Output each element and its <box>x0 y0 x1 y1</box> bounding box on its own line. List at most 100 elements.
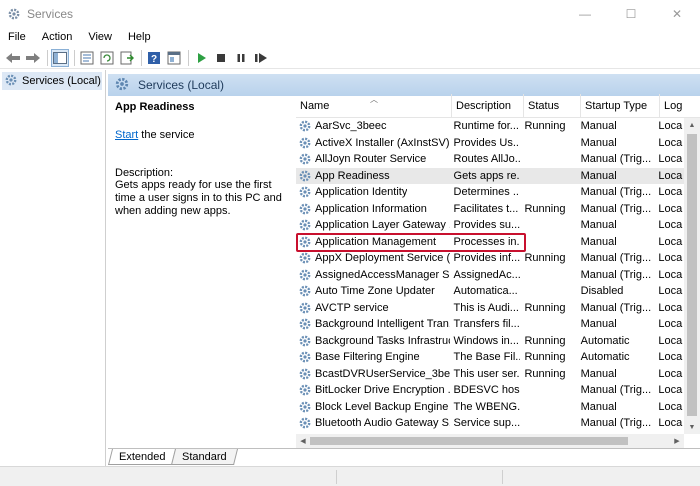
table-row[interactable]: AppX Deployment Service (... Provides inf… <box>296 250 684 267</box>
start-service-icon[interactable] <box>192 49 210 67</box>
service-gear-icon <box>298 218 312 232</box>
tree-item-services-local[interactable]: Services (Local) <box>2 72 102 90</box>
stop-service-icon[interactable] <box>212 49 230 67</box>
column-header-status[interactable]: Status <box>524 94 581 118</box>
cell-description: Facilitates t... <box>453 202 519 215</box>
horizontal-scrollbar[interactable]: ◀ ▶ <box>296 434 684 448</box>
cell-description: Windows in... <box>453 334 519 347</box>
status-bar <box>0 466 700 486</box>
cell-status: Running <box>524 334 566 347</box>
services-table: ︿ Name Description Status Startup Type L… <box>296 94 700 434</box>
cell-description: Provides inf... <box>453 252 521 265</box>
cell-startup-type: Manual <box>580 136 617 149</box>
horizontal-scroll-thumb[interactable] <box>310 437 628 445</box>
back-arrow-icon[interactable] <box>4 49 22 67</box>
table-row[interactable]: Application Identity Determines ... Manual… <box>296 184 684 201</box>
scroll-down-arrow-icon[interactable]: ▼ <box>684 420 700 434</box>
service-name: Bluetooth Audio Gateway S... <box>315 417 450 430</box>
cell-name: AppX Deployment Service (... <box>296 251 450 265</box>
table-row[interactable]: Auto Time Zone Updater Automatica... Disab… <box>296 283 684 300</box>
service-name: App Readiness <box>315 169 390 182</box>
table-row[interactable]: Block Level Backup Engine ... The WBENG..… <box>296 399 684 416</box>
column-header-description[interactable]: Description <box>452 94 524 118</box>
cell-status: Running <box>524 367 566 380</box>
table-row[interactable]: AVCTP service This is Audi... Running Manua… <box>296 300 684 317</box>
properties-icon[interactable] <box>78 49 96 67</box>
cell-name: Application Management <box>296 235 450 249</box>
tab-extended[interactable]: Extended <box>108 449 177 465</box>
refresh-icon[interactable] <box>98 49 116 67</box>
pause-service-icon[interactable] <box>232 49 250 67</box>
cell-description: AssignedAc... <box>453 268 521 281</box>
table-row[interactable]: Base Filtering Engine The Base Fil... Runn… <box>296 349 684 366</box>
cell-description: Runtime for... <box>453 120 519 133</box>
service-name: Application Management <box>315 235 437 248</box>
table-row[interactable]: Application Layer Gateway ... Provides su… <box>296 217 684 234</box>
table-row[interactable]: AssignedAccessManager Se...AssignedAc...… <box>296 267 684 284</box>
table-row[interactable]: AllJoyn Router Service Routes AllJo... Man… <box>296 151 684 168</box>
cell-status: Running <box>524 252 566 265</box>
service-name: Auto Time Zone Updater <box>315 285 435 298</box>
menu-file[interactable]: File <box>0 31 34 43</box>
forward-arrow-icon[interactable] <box>24 49 42 67</box>
start-service-line: Start the service <box>115 129 295 141</box>
vertical-scroll-thumb[interactable] <box>687 134 697 416</box>
cell-startup-type: Manual (Trig... <box>580 186 652 199</box>
cell-name: BitLocker Drive Encryption ... <box>296 383 450 397</box>
export-list-icon[interactable] <box>118 49 136 67</box>
tab-standard[interactable]: Standard <box>171 449 239 465</box>
console-tree: Services (Local) <box>0 70 106 466</box>
cell-description: This is Audi... <box>453 301 519 314</box>
cell-startup-type: Manual <box>580 400 617 413</box>
cell-name: AssignedAccessManager Se... <box>296 268 450 282</box>
cell-description: Service sup... <box>453 417 521 430</box>
cell-startup-type: Manual <box>580 120 617 133</box>
scroll-up-arrow-icon[interactable]: ▲ <box>684 118 700 132</box>
table-row[interactable]: Application Information Facilitates t... R… <box>296 201 684 218</box>
service-name: Application Identity <box>315 186 408 199</box>
cell-name: Base Filtering Engine <box>296 350 450 364</box>
cell-name: AarSvc_3beec <box>296 119 450 133</box>
service-name: Base Filtering Engine <box>315 351 420 364</box>
table-row[interactable]: ActiveX Installer (AxInstSV) Provides Us.… <box>296 135 684 152</box>
help-icon[interactable]: ? <box>145 49 163 67</box>
start-service-link[interactable]: Start <box>115 129 138 141</box>
table-row[interactable]: Background Tasks Infrastruc... Windows in… <box>296 333 684 350</box>
menu-action[interactable]: Action <box>34 31 81 43</box>
cell-log-on-as: Loca <box>658 252 683 265</box>
pane-header: Services (Local) <box>108 74 700 96</box>
table-row[interactable]: BitLocker Drive Encryption ... BDESVC hos… <box>296 382 684 399</box>
table-row[interactable]: AarSvc_3beec Runtime for... Running Manual L… <box>296 118 684 135</box>
show-console-tree-icon[interactable] <box>51 48 69 67</box>
service-gear-icon <box>298 284 312 298</box>
column-header-log-on-as[interactable]: Log <box>660 94 700 118</box>
maximize-button[interactable]: ☐ <box>608 0 654 28</box>
column-header-startup-type[interactable]: Startup Type <box>581 94 660 118</box>
cell-log-on-as: Loca <box>658 351 683 364</box>
cell-name: Block Level Backup Engine ... <box>296 400 450 414</box>
column-header-label: Name <box>300 100 330 112</box>
service-gear-icon <box>298 317 312 331</box>
table-row[interactable]: Background Intelligent Tran... Transfers … <box>296 316 684 333</box>
table-row[interactable]: Application Management Processes in... Man… <box>296 234 684 251</box>
table-row[interactable]: Bluetooth Audio Gateway S... Service sup.… <box>296 415 684 432</box>
services-gear-icon <box>4 73 18 90</box>
action-pane-icon[interactable] <box>165 49 183 67</box>
cell-log-on-as: Loca <box>658 318 683 331</box>
menu-view[interactable]: View <box>80 31 120 43</box>
close-button[interactable]: ✕ <box>654 0 700 28</box>
table-row[interactable]: BcastDVRUserService_3beec This user ser..… <box>296 366 684 383</box>
restart-service-icon[interactable] <box>252 49 270 67</box>
cell-name: ActiveX Installer (AxInstSV) <box>296 136 450 150</box>
column-header-name[interactable]: ︿ Name <box>296 94 452 118</box>
vertical-scrollbar[interactable]: ▲ ▼ <box>684 118 700 434</box>
scroll-right-arrow-icon[interactable]: ▶ <box>670 434 684 448</box>
menu-help[interactable]: Help <box>120 31 159 43</box>
cell-description: Processes in... <box>453 235 521 248</box>
cell-description: BDESVC hos... <box>453 384 521 397</box>
cell-startup-type: Manual (Trig... <box>580 153 652 166</box>
scroll-left-arrow-icon[interactable]: ◀ <box>296 434 310 448</box>
table-row[interactable]: App Readiness Gets apps re... Manual Loca <box>296 167 684 184</box>
cell-log-on-as: Loca <box>658 169 683 182</box>
minimize-button[interactable]: — <box>562 0 608 28</box>
